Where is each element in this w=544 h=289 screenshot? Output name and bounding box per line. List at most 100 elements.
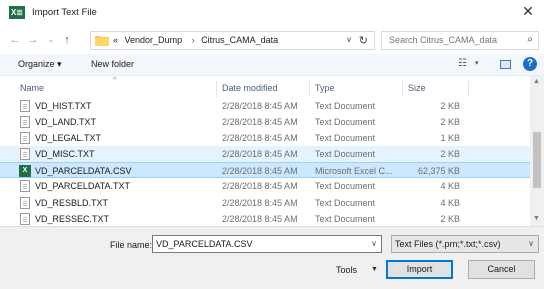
column-header-type[interactable]: Type — [315, 83, 335, 93]
file-name: VD_LAND.TXT — [35, 117, 97, 128]
tools-button[interactable]: Tools — [336, 265, 357, 275]
file-date-modified: 2/28/2018 8:45 AM — [222, 166, 298, 177]
title-bar: X≣ Import Text File ✕ — [0, 0, 544, 26]
file-list: ^ Name Date modified Type Size VD_HIST.T… — [0, 76, 530, 226]
scroll-down-icon[interactable]: ▼ — [533, 215, 540, 222]
file-date-modified: 2/28/2018 8:45 AM — [222, 181, 298, 192]
column-header-size[interactable]: Size — [408, 83, 426, 93]
file-type: Text Document — [315, 197, 376, 208]
file-row[interactable]: X VD_PARCELDATA.CSV 2/28/2018 8:45 AM Micro… — [0, 162, 530, 179]
dialog-footer: File name: VD_PARCELDATA.CSV ∨ Text File… — [0, 226, 544, 289]
file-row[interactable]: VD_PARCELDATA.TXT 2/28/2018 8:45 AM Text D… — [0, 178, 530, 194]
close-icon[interactable]: ✕ — [520, 3, 536, 19]
back-arrow-icon[interactable]: ← — [8, 32, 22, 48]
address-bar[interactable]: « Vendor_Dump › Citrus_CAMA_data ∨ ↻ — [90, 31, 375, 50]
file-date-modified: 2/28/2018 8:45 AM — [222, 101, 298, 111]
excel-app-icon: X≣ — [9, 6, 25, 19]
text-file-icon — [20, 100, 30, 112]
breadcrumb-overflow[interactable]: « — [113, 35, 118, 45]
scroll-up-icon[interactable]: ▲ — [533, 78, 540, 85]
file-size: 2 KB — [440, 117, 460, 128]
command-bar: Organize ▾ New folder ☷ ▾ ? — [0, 54, 544, 76]
breadcrumb: « Vendor_Dump › Citrus_CAMA_data — [113, 35, 282, 45]
breadcrumb-item-citrus-cama-data[interactable]: Citrus_CAMA_data — [201, 35, 278, 45]
file-size: 2 KB — [440, 213, 460, 224]
file-name-value[interactable]: VD_PARCELDATA.CSV — [156, 239, 253, 249]
file-date-modified: 2/28/2018 8:45 AM — [222, 133, 298, 144]
file-size: 62,375 KB — [417, 166, 460, 177]
column-header-row: Name Date modified Type Size — [0, 81, 530, 97]
file-name: VD_MISC.TXT — [35, 149, 95, 160]
file-name: VD_RESSEC.TXT — [35, 213, 110, 224]
forward-arrow-icon[interactable]: → — [26, 32, 40, 48]
file-rows: VD_HIST.TXT 2/28/2018 8:45 AM Text Documen… — [0, 98, 530, 227]
column-header-date[interactable]: Date modified — [222, 83, 278, 93]
breadcrumb-item-vendor-dump[interactable]: Vendor_Dump — [125, 35, 183, 45]
file-size: 2 KB — [440, 101, 460, 111]
import-button[interactable]: Import — [386, 260, 453, 279]
text-file-icon — [20, 116, 30, 129]
file-row[interactable]: VD_HIST.TXT 2/28/2018 8:45 AM Text Documen… — [0, 98, 530, 114]
cancel-button[interactable]: Cancel — [468, 260, 535, 279]
file-name-label: File name: — [110, 240, 153, 250]
file-type: Text Document — [315, 101, 376, 111]
file-date-modified: 2/28/2018 8:45 AM — [222, 117, 298, 128]
file-type-select[interactable]: Text Files (*.prn;*.txt;*.csv) ∨ — [391, 235, 539, 253]
up-arrow-icon[interactable]: ↑ — [60, 32, 74, 48]
file-size: 2 KB — [440, 149, 460, 160]
search-box[interactable]: Search Citrus_CAMA_data ⌕ — [381, 31, 539, 50]
file-type-value[interactable]: Text Files (*.prn;*.txt;*.csv) — [395, 239, 501, 249]
file-type: Text Document — [315, 213, 376, 224]
column-divider[interactable] — [216, 81, 217, 97]
window-title: Import Text File — [32, 7, 97, 18]
file-date-modified: 2/28/2018 8:45 AM — [222, 213, 298, 224]
file-name: VD_RESBLD.TXT — [35, 197, 109, 208]
file-size: 4 KB — [440, 181, 460, 192]
file-name: VD_PARCELDATA.TXT — [35, 181, 131, 192]
file-size: 4 KB — [440, 197, 460, 208]
column-divider[interactable] — [402, 81, 403, 97]
breadcrumb-separator: › — [191, 35, 195, 45]
column-header-name[interactable]: Name — [20, 83, 44, 93]
file-size: 1 KB — [440, 133, 460, 144]
text-file-icon — [20, 148, 30, 161]
tools-dropdown-icon[interactable]: ▼ — [371, 266, 378, 273]
file-name: VD_HIST.TXT — [35, 101, 92, 111]
help-icon[interactable]: ? — [523, 57, 537, 71]
search-input[interactable]: Search Citrus_CAMA_data — [389, 35, 497, 45]
text-file-icon — [20, 212, 30, 225]
refresh-icon[interactable]: ↻ — [359, 34, 368, 47]
change-view-icon[interactable]: ☷ — [458, 58, 467, 69]
text-file-icon — [20, 196, 30, 209]
file-row[interactable]: VD_RESBLD.TXT 2/28/2018 8:45 AM Text Docum… — [0, 195, 530, 211]
column-divider[interactable] — [468, 81, 469, 97]
file-type: Microsoft Excel C... — [315, 166, 393, 177]
file-row[interactable]: VD_RESSEC.TXT 2/28/2018 8:45 AM Text Docum… — [0, 211, 530, 227]
file-row[interactable]: VD_LAND.TXT 2/28/2018 8:45 AM Text Documen… — [0, 114, 530, 130]
organize-button[interactable]: Organize ▾ — [18, 59, 62, 70]
file-name-dropdown-icon[interactable]: ∨ — [371, 239, 377, 248]
view-dropdown-icon[interactable]: ▾ — [475, 59, 479, 67]
vertical-scrollbar[interactable]: ▲ ▼ — [530, 76, 544, 226]
navigation-bar: ← → ⌄ ↑ « Vendor_Dump › Citrus_CAMA_data… — [0, 26, 544, 54]
file-type: Text Document — [315, 181, 376, 192]
preview-pane-icon[interactable] — [500, 60, 511, 69]
file-date-modified: 2/28/2018 8:45 AM — [222, 197, 298, 208]
file-name-field[interactable]: VD_PARCELDATA.CSV ∨ — [152, 235, 382, 253]
file-type: Text Document — [315, 133, 376, 144]
file-date-modified: 2/28/2018 8:45 AM — [222, 149, 298, 160]
file-type: Text Document — [315, 149, 376, 160]
file-row[interactable]: VD_LEGAL.TXT 2/28/2018 8:45 AM Text Docume… — [0, 130, 530, 146]
address-dropdown-icon[interactable]: ∨ — [346, 35, 352, 44]
folder-icon — [95, 36, 109, 46]
recent-locations-chevron-icon[interactable]: ⌄ — [44, 32, 58, 48]
file-type-dropdown-icon[interactable]: ∨ — [528, 239, 534, 248]
file-type: Text Document — [315, 117, 376, 128]
scrollbar-thumb[interactable] — [533, 132, 541, 188]
file-name: VD_PARCELDATA.CSV — [35, 166, 132, 177]
new-folder-button[interactable]: New folder — [91, 59, 134, 69]
search-icon[interactable]: ⌕ — [527, 34, 533, 45]
excel-file-icon: X — [19, 165, 31, 178]
file-row[interactable]: VD_MISC.TXT 2/28/2018 8:45 AM Text Documen… — [0, 146, 530, 163]
column-divider[interactable] — [309, 81, 310, 97]
